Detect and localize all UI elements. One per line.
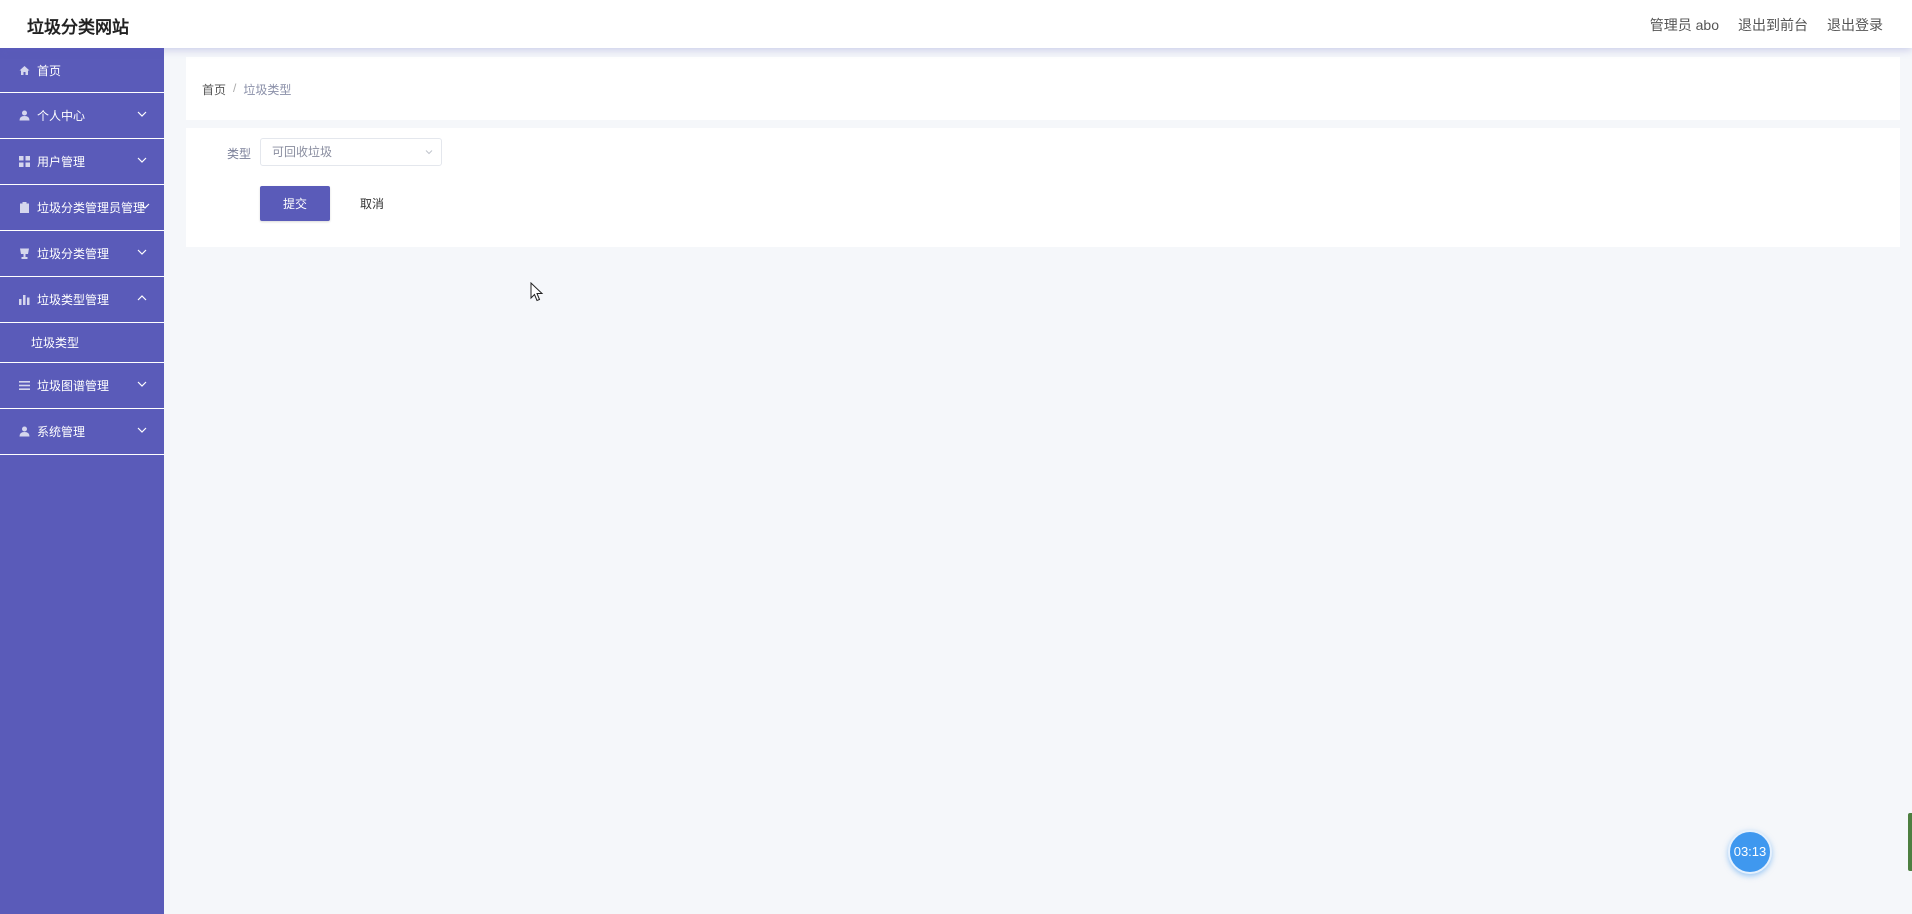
- sidebar-item-label: 系统管理: [37, 425, 86, 439]
- form-card: 类型 可回收垃圾 提交 取消: [186, 128, 1900, 247]
- submit-button[interactable]: 提交: [260, 186, 330, 221]
- breadcrumb-card: 首页 / 垃圾类型: [186, 57, 1900, 120]
- breadcrumb-separator: /: [233, 81, 237, 95]
- app-title: 垃圾分类网站: [27, 18, 129, 38]
- user-icon: [19, 110, 30, 121]
- bar-chart-icon: [19, 294, 30, 305]
- breadcrumb-home-link[interactable]: 首页: [202, 81, 226, 98]
- chevron-down-icon: [425, 150, 433, 155]
- user-icon: [19, 426, 30, 437]
- chevron-down-icon: [137, 111, 147, 117]
- admin-user-label[interactable]: 管理员 abo: [1650, 15, 1719, 35]
- sidebar-item-system-management[interactable]: 系统管理: [0, 409, 164, 455]
- cancel-button[interactable]: 取消: [344, 186, 400, 221]
- sidebar-item-label: 垃圾类型管理: [37, 293, 110, 307]
- breadcrumb-current: 垃圾类型: [243, 83, 292, 97]
- clipboard-icon: [19, 202, 30, 213]
- sidebar-item-label: 垃圾分类管理员管理: [37, 201, 146, 215]
- type-field-label: 类型: [227, 147, 252, 161]
- sidebar-subitem-garbage-type[interactable]: 垃圾类型: [0, 323, 164, 363]
- sidebar-item-label: 首页: [37, 63, 62, 78]
- chevron-up-icon: [137, 295, 147, 301]
- top-bar: 垃圾分类网站 管理员 abo 退出到前台 退出登录: [0, 0, 1912, 48]
- back-to-front-link[interactable]: 退出到前台: [1738, 15, 1808, 35]
- trophy-icon: [19, 248, 30, 259]
- home-icon: [19, 65, 30, 76]
- chevron-down-icon: [137, 249, 147, 255]
- sidebar-item-home[interactable]: 首页: [0, 48, 164, 93]
- sidebar-subitem-label: 垃圾类型: [31, 336, 80, 350]
- breadcrumb: 首页 / 垃圾类型: [202, 81, 291, 98]
- sidebar-item-personal-center[interactable]: 个人中心: [0, 93, 164, 139]
- list-icon: [19, 380, 30, 391]
- chevron-down-icon: [140, 203, 150, 209]
- sidebar: 首页 个人中心 用户管理 垃圾分类管理员管理 垃圾分类管理 垃圾类型管理 垃圾类…: [0, 48, 164, 914]
- mouse-pointer-icon: [530, 282, 544, 302]
- logout-link[interactable]: 退出登录: [1827, 15, 1883, 35]
- sidebar-item-label: 垃圾图谱管理: [37, 379, 110, 393]
- type-select[interactable]: 可回收垃圾: [260, 138, 442, 166]
- sidebar-item-atlas-management[interactable]: 垃圾图谱管理: [0, 363, 164, 409]
- sidebar-item-label: 个人中心: [37, 109, 86, 123]
- edge-handle[interactable]: [1908, 813, 1912, 871]
- timer-badge[interactable]: 03:13: [1728, 830, 1772, 874]
- sidebar-item-label: 用户管理: [37, 155, 86, 169]
- sidebar-item-user-management[interactable]: 用户管理: [0, 139, 164, 185]
- top-links: 管理员 abo 退出到前台 退出登录: [1650, 15, 1883, 35]
- sidebar-item-type-management[interactable]: 垃圾类型管理: [0, 277, 164, 323]
- sidebar-item-label: 垃圾分类管理: [37, 247, 110, 261]
- chevron-down-icon: [137, 157, 147, 163]
- sidebar-item-sorting-management[interactable]: 垃圾分类管理: [0, 231, 164, 277]
- type-select-value: 可回收垃圾: [272, 145, 333, 159]
- grid-icon: [19, 156, 30, 167]
- chevron-down-icon: [137, 427, 147, 433]
- chevron-down-icon: [137, 381, 147, 387]
- sidebar-item-sorting-admin-management[interactable]: 垃圾分类管理员管理: [0, 185, 164, 231]
